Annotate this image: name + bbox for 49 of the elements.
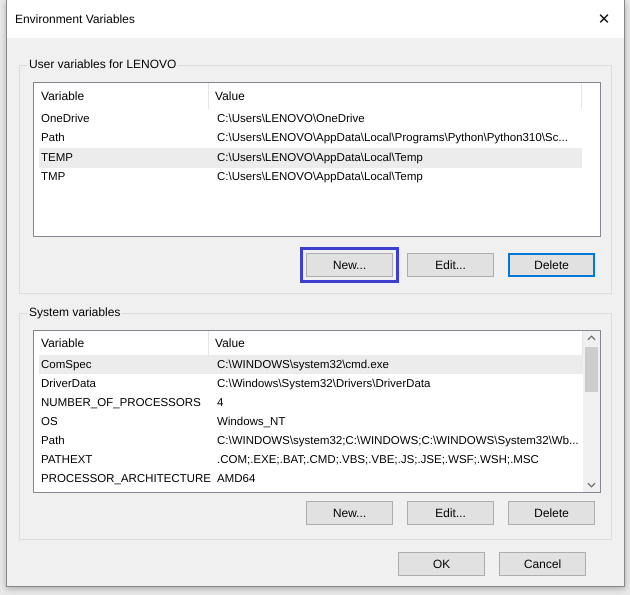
column-header[interactable]: Value (209, 83, 582, 109)
variable-cell-text: Path (40, 434, 66, 446)
value-cell-text: C:\Users\LENOVO\AppData\Local\Temp (216, 152, 423, 164)
list-row[interactable]: NUMBER_OF_PROCESSORS 4 (39, 393, 583, 412)
variable-cell-text: PROCESSOR_ARCHITECTURE (40, 472, 211, 484)
list-row[interactable]: PROCESSOR_ARCHITECTURE AMD64 (39, 469, 583, 488)
dialog-button[interactable]: Delete (508, 501, 595, 525)
list-row[interactable]: Path C:\Users\LENOVO\AppData\Local\Programs\Python\Python310\Sc... (39, 128, 582, 148)
dialog-button[interactable]: Cancel (499, 552, 586, 576)
dialog-button[interactable]: Delete (508, 253, 595, 277)
value-cell-text: 4 (216, 396, 224, 408)
variable-cell-text: Path (40, 132, 66, 144)
value-cell-text: Windows_NT (216, 416, 286, 428)
variable-cell-text: ComSpec (40, 358, 92, 370)
variable-cell-text: DriverData (40, 378, 97, 390)
dialog-button[interactable]: Edit... (407, 501, 494, 525)
variable-cell-text: NUMBER_OF_PROCESSORS (40, 396, 202, 408)
variable-cell-text: OS (40, 416, 59, 428)
dialog-button[interactable]: New... (306, 501, 393, 525)
column-header[interactable]: Variable (39, 83, 209, 109)
value-cell-text: C:\WINDOWS\system32;C:\WINDOWS;C:\WINDOWS\System32\Wb... (216, 434, 579, 446)
value-cell-text: C:\Windows\System32\Drivers\DriverData (216, 378, 430, 390)
value-cell-text: C:\Users\LENOVO\AppData\Local\Programs\Python\Python310\Sc... (216, 132, 568, 144)
value-cell-text: .COM;.EXE;.BAT;.CMD;.VBS;.VBE;.JS;.JSE;.WSF;.WSH;.MSC (216, 454, 539, 466)
variable-cell-text: TEMP (40, 152, 74, 164)
list-row[interactable]: DriverData C:\Windows\System32\Drivers\DriverData (39, 374, 583, 393)
list-row[interactable]: ComSpec C:\WINDOWS\system32\cmd.exe (39, 355, 583, 374)
variable-cell-text: TMP (40, 171, 66, 184)
dialog-button[interactable]: Edit... (407, 253, 494, 277)
dialog-button[interactable]: OK (398, 552, 485, 576)
list-row[interactable]: TMP C:\Users\LENOVO\AppData\Local\Temp (39, 168, 582, 187)
value-cell-text: C:\Users\LENOVO\OneDrive (216, 112, 365, 125)
list-row[interactable]: TEMP C:\Users\LENOVO\AppData\Local\Temp (39, 148, 582, 168)
list-row[interactable]: OneDrive C:\Users\LENOVO\OneDrive (39, 109, 582, 128)
value-cell-text: AMD64 (216, 472, 256, 484)
variable-cell-text: OneDrive (40, 112, 91, 125)
dialog-button[interactable]: New... (306, 253, 393, 277)
value-cell-text: C:\Users\LENOVO\AppData\Local\Temp (216, 171, 423, 184)
variable-cell-text: PATHEXT (40, 454, 94, 466)
group-title: System variables (27, 305, 122, 319)
value-cell-text: C:\WINDOWS\system32\cmd.exe (216, 358, 389, 370)
list-row[interactable]: OS Windows_NT (39, 412, 583, 431)
list-row[interactable]: Path C:\WINDOWS\system32;C:\WINDOWS;C:\WINDOWS\System32\Wb... (39, 431, 583, 450)
scroll-thumb[interactable] (585, 347, 598, 392)
group-title: User variables for LENOVO (27, 57, 178, 71)
list-row[interactable]: PATHEXT .COM;.EXE;.BAT;.CMD;.VBS;.VBE;.JS;.JSE;.WSF;.WSH;.MSC (39, 450, 583, 469)
scrollbar[interactable] (583, 331, 600, 492)
window-title: Environment Variables (15, 12, 135, 26)
close-button[interactable]: ✕ (584, 0, 624, 38)
